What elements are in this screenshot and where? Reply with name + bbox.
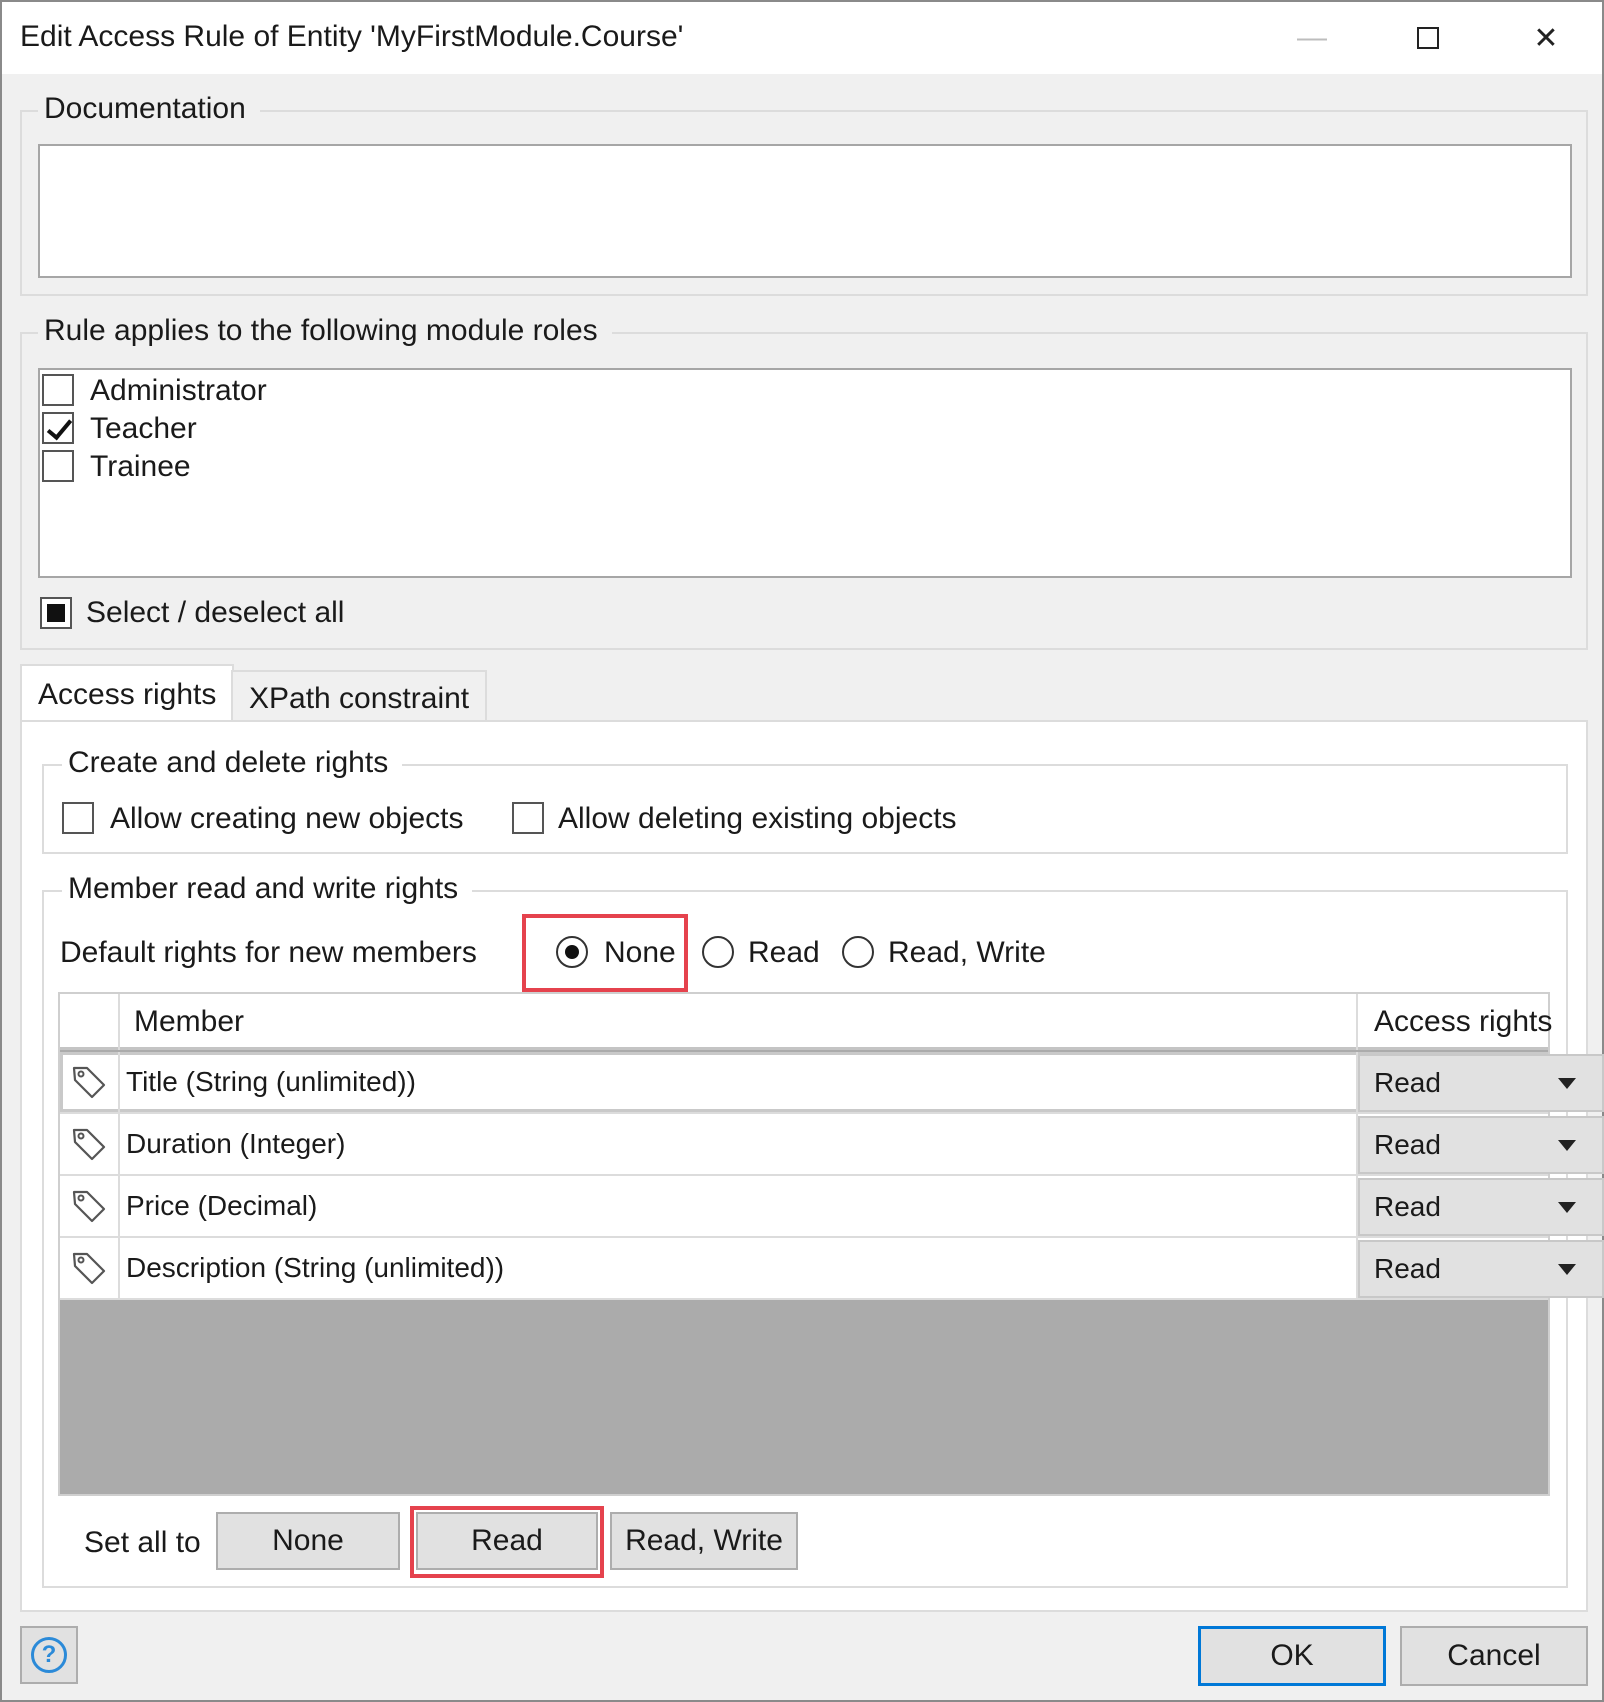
select-all-label: Select / deselect all [86, 596, 345, 629]
role-label-teacher: Teacher [90, 412, 197, 445]
chevron-down-icon [1558, 1078, 1576, 1089]
header-icon-column [60, 994, 120, 1050]
table-row[interactable]: Description (String (unlimited)) Read [60, 1238, 1604, 1300]
table-row[interactable]: Title (String (unlimited)) Read [60, 1052, 1604, 1114]
access-rights-dropdown[interactable]: Read [1358, 1178, 1604, 1236]
role-checkbox-administrator[interactable] [42, 374, 74, 406]
select-all-checkbox[interactable] [40, 597, 72, 629]
grid-header: Member Access rights [60, 994, 1552, 1050]
cancel-button[interactable]: Cancel [1400, 1626, 1588, 1686]
minimize-button[interactable]: — [1262, 8, 1362, 68]
member-name: Duration (Integer) [120, 1114, 1358, 1174]
member-grid: Member Access rights Title (String (unli… [58, 992, 1604, 1496]
allow-create-checkbox[interactable] [62, 802, 94, 834]
attribute-tag-icon [60, 1114, 120, 1174]
table-row[interactable]: Duration (Integer) Read [60, 1114, 1604, 1176]
set-all-label: Set all to [84, 1526, 201, 1559]
role-label-trainee: Trainee [90, 450, 191, 483]
attribute-tag-icon [60, 1238, 120, 1298]
create-delete-label: Create and delete rights [62, 746, 403, 780]
access-rule-dialog: Edit Access Rule of Entity 'MyFirstModul… [0, 0, 1604, 1702]
documentation-label: Documentation [38, 92, 260, 126]
header-access-rights[interactable]: Access rights [1358, 994, 1604, 1050]
module-roles-label: Rule applies to the following module rol… [38, 314, 612, 348]
ok-button[interactable]: OK [1198, 1626, 1386, 1686]
help-icon: ? [31, 1637, 67, 1673]
chevron-down-icon [1558, 1140, 1576, 1151]
role-label-administrator: Administrator [90, 374, 267, 407]
allow-delete-checkbox[interactable] [512, 802, 544, 834]
highlight-default-none [522, 914, 688, 992]
tab-access-rights[interactable]: Access rights [20, 664, 235, 724]
default-read-write-label: Read, Write [888, 936, 1046, 969]
attribute-tag-icon [60, 1176, 120, 1236]
close-icon: ✕ [1533, 21, 1559, 55]
allow-delete-label: Allow deleting existing objects [558, 802, 957, 835]
tab-xpath-constraint[interactable]: XPath constraint [231, 670, 488, 726]
window-title: Edit Access Rule of Entity 'MyFirstModul… [20, 20, 684, 53]
help-button[interactable]: ? [20, 1626, 78, 1684]
member-rights-label: Member read and write rights [62, 872, 473, 906]
member-name: Price (Decimal) [120, 1176, 1358, 1236]
maximize-button[interactable] [1378, 8, 1478, 68]
default-read-write-radio[interactable] [842, 936, 874, 968]
close-button[interactable]: ✕ [1496, 8, 1596, 68]
default-read-radio[interactable] [702, 936, 734, 968]
set-all-none-button[interactable]: None [216, 1512, 400, 1570]
set-all-read-write-button[interactable]: Read, Write [610, 1512, 798, 1570]
maximize-icon [1417, 27, 1439, 49]
header-member[interactable]: Member [120, 994, 1358, 1050]
chevron-down-icon [1558, 1202, 1576, 1213]
member-name: Title (String (unlimited)) [120, 1052, 1358, 1112]
allow-create-label: Allow creating new objects [110, 802, 464, 835]
attribute-tag-icon [60, 1052, 120, 1112]
access-rights-dropdown[interactable]: Read [1358, 1116, 1604, 1174]
table-row[interactable]: Price (Decimal) Read [60, 1176, 1604, 1238]
module-roles-list: Administrator Teacher Trainee [38, 368, 1572, 578]
minimize-icon: — [1297, 21, 1327, 54]
role-checkbox-trainee[interactable] [42, 450, 74, 482]
role-checkbox-teacher[interactable] [42, 412, 74, 444]
access-rights-dropdown[interactable]: Read [1358, 1240, 1604, 1298]
access-rights-dropdown[interactable]: Read [1358, 1054, 1604, 1112]
default-read-label: Read [748, 936, 820, 969]
highlight-set-all-read [410, 1506, 604, 1578]
chevron-down-icon [1558, 1264, 1576, 1275]
member-name: Description (String (unlimited)) [120, 1238, 1358, 1298]
documentation-textarea[interactable] [38, 144, 1572, 278]
title-bar: Edit Access Rule of Entity 'MyFirstModul… [2, 2, 1602, 74]
default-rights-label: Default rights for new members [60, 936, 477, 969]
